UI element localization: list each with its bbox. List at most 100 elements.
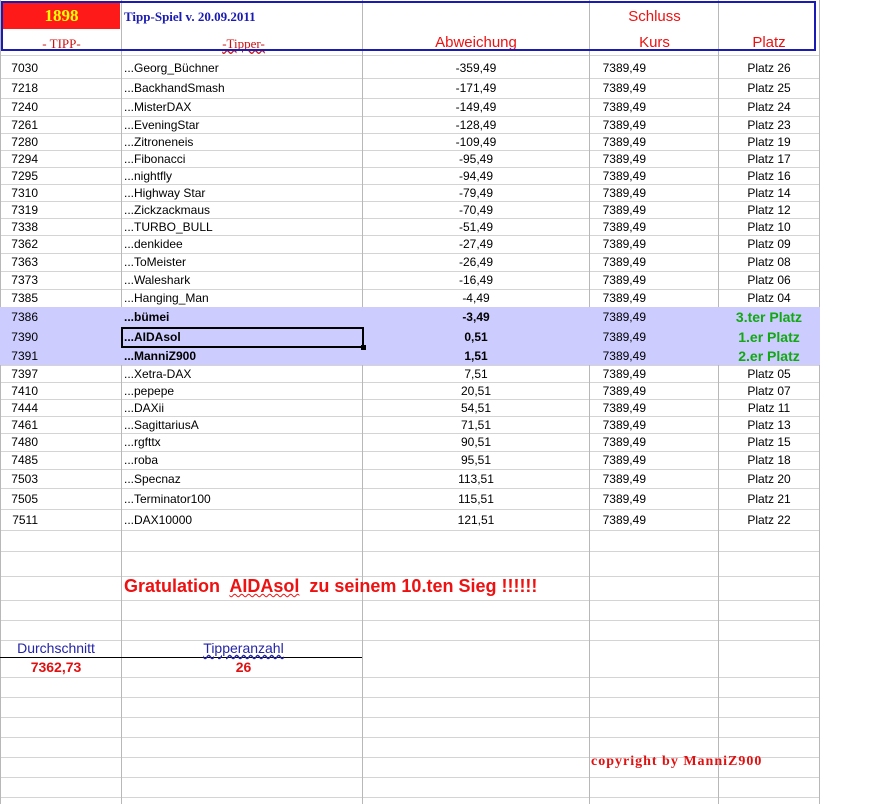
cell-tipp[interactable]: 7390 bbox=[11, 330, 38, 344]
cell-abweichung[interactable]: 90,51 bbox=[363, 435, 589, 449]
cell-kurs[interactable]: 7389,49 bbox=[603, 291, 646, 305]
cell-kurs[interactable]: 7389,49 bbox=[603, 61, 646, 75]
cell-tipper[interactable]: ...Georg_Büchner bbox=[124, 61, 219, 75]
cell-abweichung[interactable]: -171,49 bbox=[363, 81, 589, 95]
cell-platz[interactable]: Platz 23 bbox=[719, 118, 819, 132]
cell-tipper[interactable]: ...rgfttx bbox=[124, 435, 161, 449]
cell-tipper[interactable]: ...Fibonacci bbox=[124, 152, 185, 166]
cell-platz[interactable]: Platz 10 bbox=[719, 220, 819, 234]
cell-tipper[interactable]: ...roba bbox=[124, 453, 158, 467]
cell-tipper[interactable]: ...Xetra-DAX bbox=[124, 367, 191, 381]
cell-tipp[interactable]: 7485 bbox=[11, 453, 38, 467]
cell-kurs[interactable]: 7389,49 bbox=[603, 100, 646, 114]
cell-abweichung[interactable]: -51,49 bbox=[363, 220, 589, 234]
cell-abweichung[interactable]: -359,49 bbox=[363, 61, 589, 75]
cell-abweichung[interactable]: -26,49 bbox=[363, 255, 589, 269]
cell-platz[interactable]: Platz 19 bbox=[719, 135, 819, 149]
cell-platz[interactable]: Platz 24 bbox=[719, 100, 819, 114]
cell-abweichung[interactable]: -128,49 bbox=[363, 118, 589, 132]
cell-platz[interactable]: Platz 06 bbox=[719, 273, 819, 287]
cell-tipp[interactable]: 7480 bbox=[11, 435, 38, 449]
cell-tipp[interactable]: 7310 bbox=[11, 186, 38, 200]
cell-tipp[interactable]: 7295 bbox=[11, 169, 38, 183]
cell-platz[interactable]: Platz 09 bbox=[719, 237, 819, 251]
cell-platz[interactable]: Platz 15 bbox=[719, 435, 819, 449]
cell-abweichung[interactable]: -95,49 bbox=[363, 152, 589, 166]
cell-kurs[interactable]: 7389,49 bbox=[603, 513, 646, 527]
cell-kurs[interactable]: 7389,49 bbox=[603, 81, 646, 95]
cell-tipper[interactable]: ...nightfly bbox=[124, 169, 172, 183]
cell-kurs[interactable]: 7389,49 bbox=[603, 349, 646, 363]
cell-tipper[interactable]: ...DAX10000 bbox=[124, 513, 192, 527]
cell-tipp[interactable]: 7410 bbox=[11, 384, 38, 398]
cell-tipper[interactable]: ...Specnaz bbox=[124, 472, 181, 486]
cell-abweichung[interactable]: 113,51 bbox=[363, 472, 589, 486]
cell-tipp[interactable]: 7030 bbox=[11, 61, 38, 75]
cell-tipp[interactable]: 7511 bbox=[12, 513, 38, 527]
cell-kurs[interactable]: 7389,49 bbox=[603, 384, 646, 398]
cell-abweichung[interactable]: 115,51 bbox=[363, 492, 589, 506]
cell-tipper[interactable]: ...Zickzackmaus bbox=[124, 203, 210, 217]
cell-platz[interactable]: Platz 08 bbox=[719, 255, 819, 269]
cell-kurs[interactable]: 7389,49 bbox=[603, 169, 646, 183]
cell-kurs[interactable]: 7389,49 bbox=[603, 273, 646, 287]
cell-platz[interactable]: 1.er Platz bbox=[719, 329, 819, 345]
cell-tipp[interactable]: 7261 bbox=[11, 118, 38, 132]
cell-tipp[interactable]: 7373 bbox=[11, 273, 38, 287]
cell-tipper[interactable]: ...BackhandSmash bbox=[124, 81, 225, 95]
cell-platz[interactable]: Platz 07 bbox=[719, 384, 819, 398]
cell-tipper[interactable]: ...Terminator100 bbox=[124, 492, 211, 506]
cell-tipp[interactable]: 7338 bbox=[11, 220, 38, 234]
cell-kurs[interactable]: 7389,49 bbox=[603, 418, 646, 432]
cell-abweichung[interactable]: -79,49 bbox=[363, 186, 589, 200]
cell-kurs[interactable]: 7389,49 bbox=[603, 118, 646, 132]
cell-tipp[interactable]: 7319 bbox=[11, 203, 38, 217]
cell-platz[interactable]: Platz 16 bbox=[719, 169, 819, 183]
cell-kurs[interactable]: 7389,49 bbox=[603, 330, 646, 344]
cell-platz[interactable]: 3.ter Platz bbox=[719, 309, 819, 325]
cell-platz[interactable]: Platz 26 bbox=[719, 61, 819, 75]
cell-kurs[interactable]: 7389,49 bbox=[603, 472, 646, 486]
cell-kurs[interactable]: 7389,49 bbox=[603, 186, 646, 200]
cell-tipp[interactable]: 7503 bbox=[11, 472, 38, 486]
cell-tipper[interactable]: ...MisterDAX bbox=[124, 100, 191, 114]
cell-tipper[interactable]: ...bümei bbox=[124, 310, 169, 324]
cell-tipper[interactable]: ...Waleshark bbox=[124, 273, 190, 287]
cell-tipper[interactable]: ...Highway Star bbox=[124, 186, 205, 200]
cell-kurs[interactable]: 7389,49 bbox=[603, 135, 646, 149]
cell-tipper[interactable]: ...EveningStar bbox=[124, 118, 199, 132]
cell-platz[interactable]: Platz 14 bbox=[719, 186, 819, 200]
cell-abweichung[interactable]: -3,49 bbox=[363, 310, 589, 324]
average-value[interactable]: 7362,73 bbox=[0, 659, 112, 675]
cell-tipper[interactable]: ...denkidee bbox=[124, 237, 183, 251]
cell-abweichung[interactable]: -94,49 bbox=[363, 169, 589, 183]
cell-tipper[interactable]: ...Zitroneneis bbox=[124, 135, 193, 149]
cell-abweichung[interactable]: 71,51 bbox=[363, 418, 589, 432]
tipper-count-label[interactable]: Tipperanzahl bbox=[124, 640, 363, 656]
cell-tipp[interactable]: 7505 bbox=[11, 492, 38, 506]
cell-platz[interactable]: Platz 25 bbox=[719, 81, 819, 95]
cell-kurs[interactable]: 7389,49 bbox=[603, 401, 646, 415]
cell-tipper[interactable]: ...ToMeister bbox=[124, 255, 186, 269]
cell-platz[interactable]: Platz 12 bbox=[719, 203, 819, 217]
cell-abweichung[interactable]: 121,51 bbox=[363, 513, 589, 527]
cell-tipp[interactable]: 7385 bbox=[11, 291, 38, 305]
cell-tipp[interactable]: 7444 bbox=[11, 401, 38, 415]
cell-tipp[interactable]: 7391 bbox=[11, 349, 38, 363]
cell-kurs[interactable]: 7389,49 bbox=[603, 237, 646, 251]
cell-tipper[interactable]: ...DAXii bbox=[124, 401, 164, 415]
cell-tipp[interactable]: 7280 bbox=[11, 135, 38, 149]
cell-kurs[interactable]: 7389,49 bbox=[603, 453, 646, 467]
cell-platz[interactable]: Platz 04 bbox=[719, 291, 819, 305]
cell-abweichung[interactable]: 95,51 bbox=[363, 453, 589, 467]
cell-platz[interactable]: Platz 05 bbox=[719, 367, 819, 381]
cell-platz[interactable]: 2.er Platz bbox=[719, 348, 819, 364]
cell-platz[interactable]: Platz 22 bbox=[719, 513, 819, 527]
cell-kurs[interactable]: 7389,49 bbox=[603, 435, 646, 449]
average-label[interactable]: Durchschnitt bbox=[0, 640, 112, 656]
cell-abweichung[interactable]: -70,49 bbox=[363, 203, 589, 217]
cell-tipp[interactable]: 7363 bbox=[11, 255, 38, 269]
cell-abweichung[interactable]: -149,49 bbox=[363, 100, 589, 114]
cell-tipper[interactable]: ...ManniZ900 bbox=[124, 349, 196, 363]
cell-platz[interactable]: Platz 18 bbox=[719, 453, 819, 467]
